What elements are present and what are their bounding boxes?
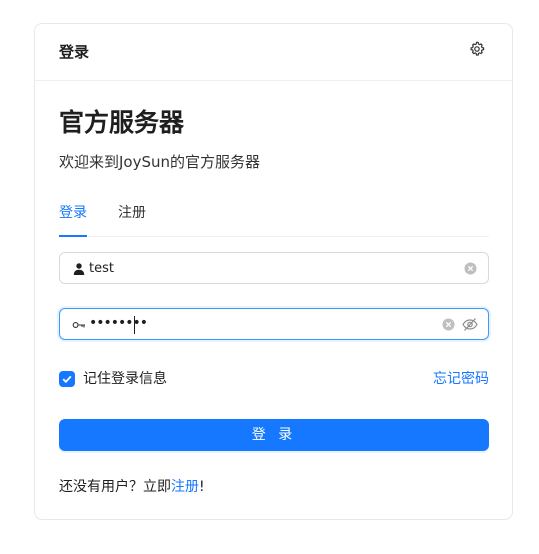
check-icon xyxy=(62,375,72,384)
login-card: 登录 官方服务器 欢迎来到JoySun的官方服务器 登录 注册 test •••… xyxy=(34,23,513,520)
clear-icon[interactable] xyxy=(442,318,455,331)
register-link[interactable]: 注册 xyxy=(171,479,199,495)
gear-icon[interactable] xyxy=(469,41,485,57)
remember-checkbox[interactable] xyxy=(59,371,75,387)
auth-tabs: 登录 注册 xyxy=(59,202,489,237)
remember-label[interactable]: 记住登录信息 xyxy=(83,369,167,389)
forgot-password-link[interactable]: 忘记密码 xyxy=(433,369,489,389)
username-field[interactable]: test xyxy=(59,252,489,284)
active-tab-indicator xyxy=(59,235,87,237)
card-header: 登录 xyxy=(35,24,512,81)
page-title: 官方服务器 xyxy=(59,108,185,137)
text-caret xyxy=(134,316,135,334)
password-field[interactable]: •••••••• xyxy=(59,308,489,340)
register-prompt-suffix: ! xyxy=(199,479,205,495)
user-icon xyxy=(73,263,85,275)
eye-invisible-icon[interactable] xyxy=(462,317,478,332)
username-value: test xyxy=(89,261,114,276)
card-title: 登录 xyxy=(59,43,90,61)
tab-login[interactable]: 登录 xyxy=(59,202,87,224)
register-prompt-text: 还没有用户？立即 xyxy=(59,479,171,495)
clear-icon[interactable] xyxy=(464,262,477,275)
page-subtitle: 欢迎来到JoySun的官方服务器 xyxy=(59,153,261,171)
register-prompt: 还没有用户？立即注册! xyxy=(59,477,205,497)
key-icon xyxy=(72,322,85,328)
login-button[interactable]: 登 录 xyxy=(59,419,489,451)
tab-register[interactable]: 注册 xyxy=(118,202,146,224)
password-value: •••••••• xyxy=(89,315,148,331)
